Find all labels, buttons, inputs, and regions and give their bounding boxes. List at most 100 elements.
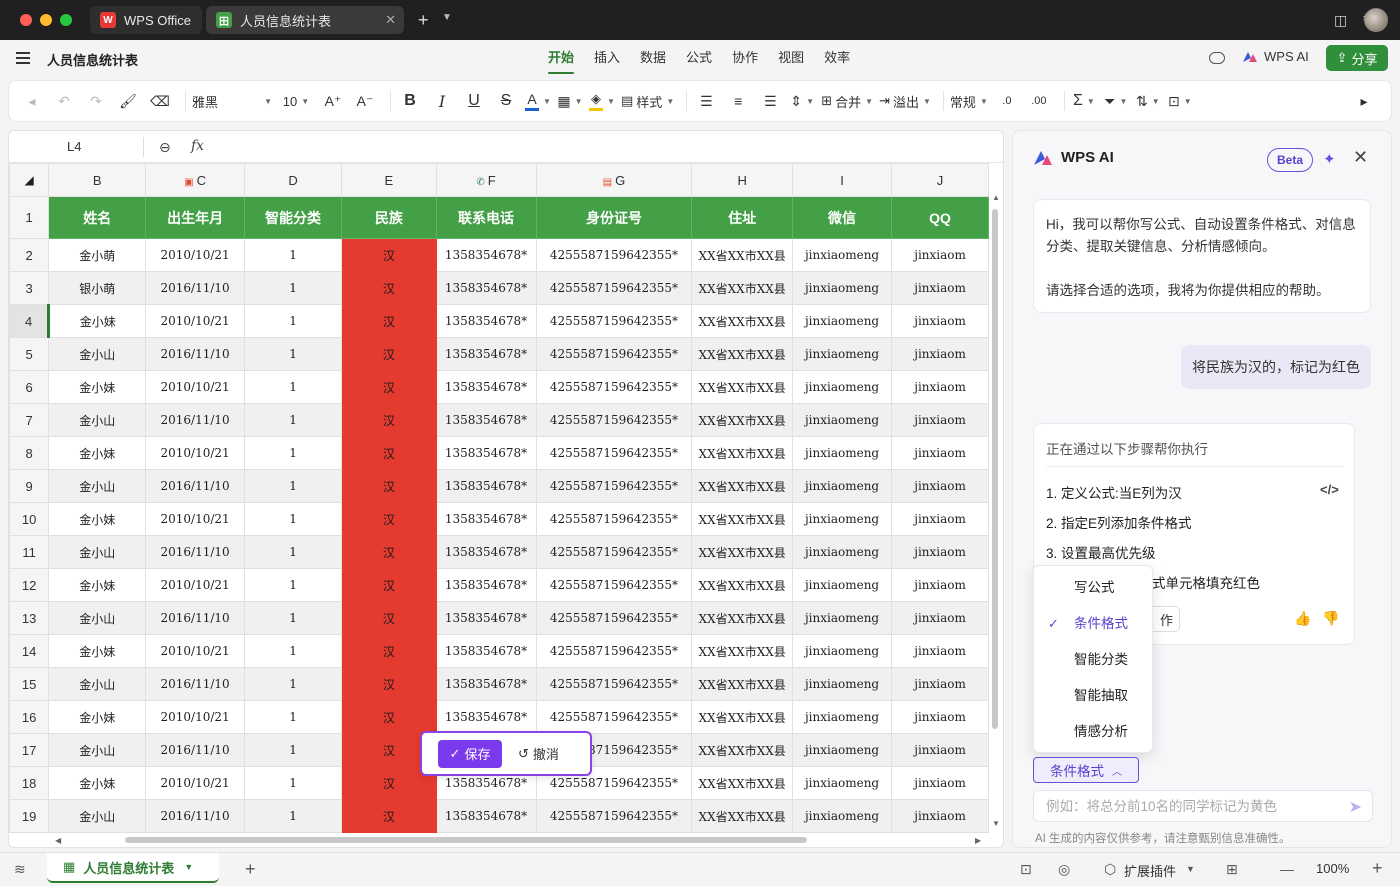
table-cell[interactable]: 1 [243,766,343,800]
table-cell[interactable]: 2016/11/10 [145,667,245,701]
new-tab-button[interactable]: + [418,10,429,31]
border-icon[interactable]: ▦ ▼ [557,87,583,115]
table-cell[interactable]: 金小妹 [48,502,147,536]
table-cell[interactable]: 4255587159642355* [535,502,693,536]
view-mode-icon[interactable]: ⊞ [1226,861,1238,878]
table-cell[interactable]: XX省XX市XX县 [691,271,793,305]
table-cell[interactable]: XX省XX市XX县 [691,469,793,503]
table-cell[interactable]: 金小妹 [48,766,147,800]
table-cell[interactable]: 1358354678* [435,403,537,437]
sidebar-toggle-icon[interactable]: ◫ [1334,12,1347,29]
table-cell[interactable]: 汉 [341,304,437,338]
tab-spreadsheet[interactable]: 田 人员信息统计表 ✕ [206,6,404,34]
close-icon[interactable]: ✕ [385,12,396,28]
redo-icon[interactable]: ↷ [83,87,109,115]
header-cell[interactable]: 姓名 [48,196,147,239]
table-cell[interactable]: 汉 [341,568,437,602]
scroll-up-icon[interactable]: ▲ [992,193,1000,202]
bold-icon[interactable]: B [397,87,423,115]
fx-icon[interactable]: fx [191,138,204,154]
column-header[interactable]: H [691,163,793,197]
table-cell[interactable]: jinxiaomeng [791,568,893,602]
globe-icon[interactable]: ◎ [1058,861,1070,878]
vertical-scrollbar[interactable] [991,189,999,829]
table-cell[interactable]: jinxiaomeng [791,304,893,338]
row-header[interactable]: 14 [9,634,50,668]
table-cell[interactable]: 金小妹 [47,304,147,338]
underline-icon[interactable]: U [461,87,487,115]
tab-view[interactable]: 视图 [778,40,804,76]
table-cell[interactable]: jinxiaomeng [791,403,893,437]
table-cell[interactable]: 金小妹 [48,436,147,470]
dropdown-item-sentiment[interactable]: 情感分析 [1034,714,1154,750]
align-right-icon[interactable]: ☰ [757,87,783,115]
dropdown-item-smart-extract[interactable]: 智能抽取 [1034,678,1154,714]
row-header[interactable]: 15 [9,667,50,701]
header-cell[interactable]: 出生年月 [145,196,245,239]
add-sheet-icon[interactable]: + [245,859,256,880]
table-cell[interactable]: 汉 [341,238,437,272]
table-cell[interactable]: 4255587159642355* [535,403,693,437]
table-cell[interactable]: jinxiaomeng [791,733,893,767]
table-cell[interactable]: 2010/10/21 [145,634,245,668]
dropdown-item-conditional-format[interactable]: ✓ 条件格式 [1034,606,1154,642]
table-cell[interactable]: jinxiaom [891,535,989,569]
table-cell[interactable]: 汉 [341,700,437,734]
ai-mode-select[interactable]: 条件格式 ︿ [1033,757,1139,783]
table-cell[interactable]: 1 [243,568,343,602]
column-header[interactable]: D [243,163,343,197]
column-header[interactable]: ✆ F [435,163,537,197]
table-cell[interactable]: 汉 [341,469,437,503]
table-cell[interactable]: 2016/11/10 [145,799,245,833]
fill-color-icon[interactable]: ◈ ▼ [589,87,615,115]
table-cell[interactable]: 2010/10/21 [145,766,245,800]
scroll-right-icon[interactable]: ▶ [975,836,981,845]
table-cell[interactable]: jinxiaom [891,337,989,371]
table-cell[interactable]: jinxiaomeng [791,271,893,305]
table-cell[interactable]: 2016/11/10 [145,535,245,569]
table-cell[interactable]: 1 [243,238,343,272]
table-cell[interactable]: jinxiaom [891,799,989,833]
zoom-icon[interactable]: ⊖ [159,139,171,156]
chevron-down-icon[interactable]: ▼ [442,12,452,23]
row-header[interactable]: 7 [9,403,50,437]
table-cell[interactable]: 金小山 [48,733,147,767]
table-cell[interactable]: jinxiaom [891,469,989,503]
table-cell[interactable]: 2016/11/10 [145,601,245,635]
table-cell[interactable]: XX省XX市XX县 [691,403,793,437]
table-cell[interactable]: 2010/10/21 [145,700,245,734]
row-header[interactable]: 16 [9,700,50,734]
strikethrough-icon[interactable]: S [493,87,519,115]
table-cell[interactable]: 汉 [341,337,437,371]
table-cell[interactable]: 1 [243,403,343,437]
table-cell[interactable]: 汉 [341,799,437,833]
table-cell[interactable]: 汉 [341,667,437,701]
table-cell[interactable]: jinxiaomeng [791,337,893,371]
toolbar-more-icon[interactable]: ▸ [1351,87,1377,115]
send-icon[interactable]: ➤ [1349,797,1362,817]
font-color-icon[interactable]: A ▼ [525,87,551,115]
row-header[interactable]: 4 [9,304,50,338]
tab-collaborate[interactable]: 协作 [732,40,758,76]
table-cell[interactable]: 2016/11/10 [145,337,245,371]
row-header[interactable]: 2 [9,238,50,272]
table-cell[interactable]: 1358354678* [435,667,537,701]
table-cell[interactable]: 2010/10/21 [145,370,245,404]
tab-formula[interactable]: 公式 [686,40,712,76]
table-cell[interactable]: jinxiaomeng [791,766,893,800]
table-cell[interactable]: 2010/10/21 [145,436,245,470]
table-cell[interactable]: XX省XX市XX县 [691,700,793,734]
scroll-left-icon[interactable]: ◀ [55,836,61,845]
row-header[interactable]: 8 [9,436,50,470]
sheet-tab[interactable]: ▦ 人员信息统计表 ▼ [47,853,219,883]
table-cell[interactable]: jinxiaomeng [791,667,893,701]
table-cell[interactable]: jinxiaomeng [791,634,893,668]
sheets-list-icon[interactable]: ≋ [14,861,26,878]
wps-ai-button[interactable]: WPS AI [1242,49,1309,64]
status-icon[interactable]: ⊡ [1020,861,1032,878]
tab-start[interactable]: 开始 [548,40,575,76]
table-cell[interactable]: 1358354678* [435,370,537,404]
table-cell[interactable]: jinxiaomeng [791,469,893,503]
table-cell[interactable]: XX省XX市XX县 [691,370,793,404]
row-header[interactable]: 19 [9,799,50,833]
